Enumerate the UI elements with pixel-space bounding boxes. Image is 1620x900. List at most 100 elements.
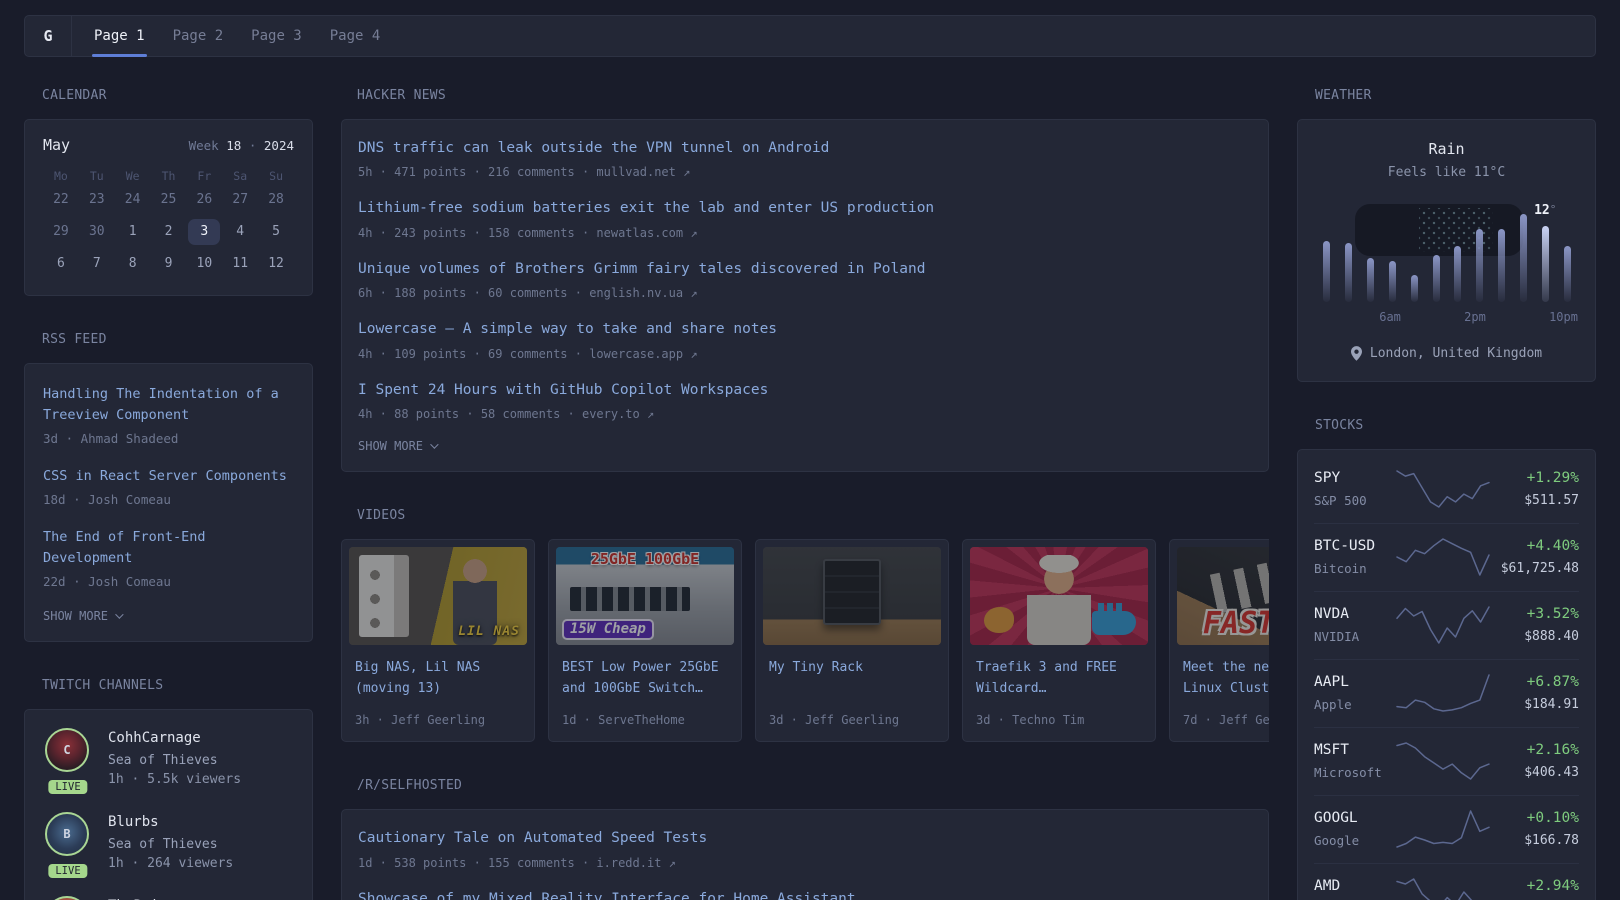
calendar-day: 30 <box>81 219 113 245</box>
reddit-item-title[interactable]: Showcase of my Mixed Reality Interface f… <box>358 888 1252 900</box>
stock-row[interactable]: BTC-USD Bitcoin +4.40% $61,725.48 <box>1314 523 1579 591</box>
video-thumbnail[interactable]: LIL NAS <box>349 547 527 645</box>
stock-row[interactable]: AAPL Apple +6.87% $184.91 <box>1314 659 1579 727</box>
weather-bar <box>1542 226 1549 302</box>
hn-item-title[interactable]: I Spent 24 Hours with GitHub Copilot Wor… <box>358 379 1252 401</box>
rss-card: Handling The Indentation of a Treeview C… <box>24 363 313 642</box>
weather-card: Rain Feels like 11°C 12° 6am2pm10pm Lond… <box>1297 119 1596 382</box>
hn-item-title[interactable]: DNS traffic can leak outside the VPN tun… <box>358 137 1252 159</box>
rss-item-title[interactable]: CSS in React Server Components <box>43 466 294 487</box>
video-card[interactable]: 25GbE 100GbE 15W Cheap BEST Low Power 25… <box>548 539 742 742</box>
rss-item: CSS in React Server Components 18d · Jos… <box>43 466 294 507</box>
stock-symbol[interactable]: MSFT <box>1314 742 1392 758</box>
hn-item-meta: 5h · 471 points · 216 comments · mullvad… <box>358 165 1252 179</box>
video-thumbnail[interactable] <box>970 547 1148 645</box>
hn-show-more-button[interactable]: SHOW MORE <box>358 439 1252 453</box>
avatar <box>45 896 89 900</box>
weather-bars: 12° <box>1316 214 1578 302</box>
video-title[interactable]: BEST Low Power 25GbE and 100GbE Switch… <box>556 658 734 700</box>
video-card[interactable]: My Tiny Rack 3d · Jeff Geerling <box>755 539 949 742</box>
video-title[interactable]: My Tiny Rack <box>763 658 941 700</box>
calendar-day: 23 <box>81 187 113 213</box>
left-column: CALENDAR May Week 18 · 2024 MoTuWeThFrSa… <box>24 88 313 900</box>
hackernews-widget: HACKER NEWS DNS traffic can leak outside… <box>341 88 1269 472</box>
video-thumbnail[interactable]: FAST <box>1177 547 1269 645</box>
show-more-label: SHOW MORE <box>358 439 423 453</box>
twitch-avatar-wrap <box>45 896 91 900</box>
rss-item-title[interactable]: The End of Front-End Development <box>43 527 294 569</box>
hn-item-title[interactable]: Unique volumes of Brothers Grimm fairy t… <box>358 258 1252 280</box>
weather-bar <box>1564 246 1571 302</box>
hn-item-title[interactable]: Lowercase – A simple way to take and sha… <box>358 318 1252 340</box>
stock-row[interactable]: GOOGL Google +0.10% $166.78 <box>1314 795 1579 863</box>
video-title[interactable]: Big NAS, Lil NAS (moving 13) <box>349 658 527 700</box>
tab-page-3[interactable]: Page 3 <box>237 16 316 56</box>
video-thumbnail[interactable] <box>763 547 941 645</box>
tab-page-1[interactable]: Page 1 <box>80 16 159 56</box>
twitch-channel-name[interactable]: Blurbs <box>108 814 233 830</box>
twitch-channel-row[interactable]: C LIVE CohhCarnage Sea of Thieves 1h · 5… <box>45 728 292 787</box>
avatar: C <box>45 728 89 772</box>
stock-price: $406.43 <box>1493 765 1579 780</box>
calendar-weekday: Mo <box>43 169 79 183</box>
twitch-channel-name[interactable]: CohhCarnage <box>108 730 241 746</box>
stock-price: $888.40 <box>1493 629 1579 644</box>
hn-item-meta: 4h · 109 points · 69 comments · lowercas… <box>358 347 1252 361</box>
separator-dot: · <box>249 138 257 153</box>
hn-item-meta: 4h · 243 points · 158 comments · newatla… <box>358 226 1252 240</box>
video-title[interactable]: Traefik 3 and FREE Wildcard… <box>970 658 1148 700</box>
calendar-day: 7 <box>81 251 113 277</box>
stock-symbol[interactable]: SPY <box>1314 470 1392 486</box>
person-art <box>453 559 497 645</box>
calendar-day: 9 <box>152 251 184 277</box>
stock-company: Microsoft <box>1314 765 1392 780</box>
twitch-channel-info: Blurbs Sea of Thieves 1h · 264 viewers <box>108 812 233 871</box>
tab-page-4[interactable]: Page 4 <box>316 16 395 56</box>
map-pin-icon <box>1351 346 1362 361</box>
twitch-channel-info: ThePrimeagen <box>108 896 209 900</box>
video-card[interactable]: Traefik 3 and FREE Wildcard… 3d · Techno… <box>962 539 1156 742</box>
reddit-item-title[interactable]: Cautionary Tale on Automated Speed Tests <box>358 827 1252 849</box>
stock-symbol[interactable]: NVDA <box>1314 606 1392 622</box>
video-card[interactable]: LIL NAS Big NAS, Lil NAS (moving 13) 3h … <box>341 539 535 742</box>
twitch-channel-row[interactable]: ThePrimeagen <box>45 896 292 900</box>
weather-bar <box>1389 261 1396 302</box>
calendar-day: 10 <box>188 251 220 277</box>
twitch-channel-row[interactable]: B LIVE Blurbs Sea of Thieves 1h · 264 vi… <box>45 812 292 871</box>
stock-company: NVIDIA <box>1314 629 1392 644</box>
calendar-weekday-row: MoTuWeThFrSaSu <box>43 169 294 187</box>
videos-widget: VIDEOS LIL NAS Big NAS, Lil NAS (moving … <box>341 508 1269 742</box>
video-card[interactable]: FAST Meet the new Linux Cluster 7d · Jef… <box>1169 539 1269 742</box>
hn-item-title[interactable]: Lithium-free sodium batteries exit the l… <box>358 197 1252 219</box>
stock-symbol[interactable]: BTC-USD <box>1314 538 1392 554</box>
stock-company: S&P 500 <box>1314 493 1392 508</box>
video-title[interactable]: Meet the new Linux Cluster <box>1177 658 1269 700</box>
stock-row[interactable]: SPY S&P 500 +1.29% $511.57 <box>1314 456 1579 523</box>
stock-values: +4.40% $61,725.48 <box>1493 538 1579 576</box>
app-logo[interactable]: G <box>25 16 72 56</box>
tab-page-2[interactable]: Page 2 <box>159 16 238 56</box>
calendar-weekday: We <box>115 169 151 183</box>
reddit-item: Cautionary Tale on Automated Speed Tests… <box>358 827 1252 869</box>
stock-symbol[interactable]: AAPL <box>1314 674 1392 690</box>
rss-item-title[interactable]: Handling The Indentation of a Treeview C… <box>43 384 294 426</box>
video-thumbnail[interactable]: 25GbE 100GbE 15W Cheap <box>556 547 734 645</box>
stock-row[interactable]: NVDA NVIDIA +3.52% $888.40 <box>1314 591 1579 659</box>
rss-item-meta: 18d · Josh Comeau <box>43 492 294 507</box>
columns: CALENDAR May Week 18 · 2024 MoTuWeThFrSa… <box>24 88 1596 900</box>
calendar-days-grid: 222324252627282930123456789101112 <box>43 187 294 277</box>
rss-show-more-button[interactable]: SHOW MORE <box>43 609 294 623</box>
stock-id: SPY S&P 500 <box>1314 470 1392 508</box>
stock-row[interactable]: AMD AMD +2.94% $150.45 <box>1314 863 1579 900</box>
stock-symbol[interactable]: GOOGL <box>1314 810 1392 826</box>
switch-ports-art <box>570 587 690 611</box>
rss-header: RSS FEED <box>42 332 313 347</box>
nav-tabs: Page 1 Page 2 Page 3 Page 4 <box>72 16 402 56</box>
stock-values: +3.52% $888.40 <box>1493 606 1579 644</box>
calendar-weekday: Fr <box>186 169 222 183</box>
weather-bar <box>1367 258 1374 302</box>
hn-item: DNS traffic can leak outside the VPN tun… <box>358 137 1252 179</box>
weather-widget: WEATHER Rain Feels like 11°C 12° 6am2pm1… <box>1297 88 1596 382</box>
stock-symbol[interactable]: AMD <box>1314 878 1392 894</box>
stock-row[interactable]: MSFT Microsoft +2.16% $406.43 <box>1314 727 1579 795</box>
